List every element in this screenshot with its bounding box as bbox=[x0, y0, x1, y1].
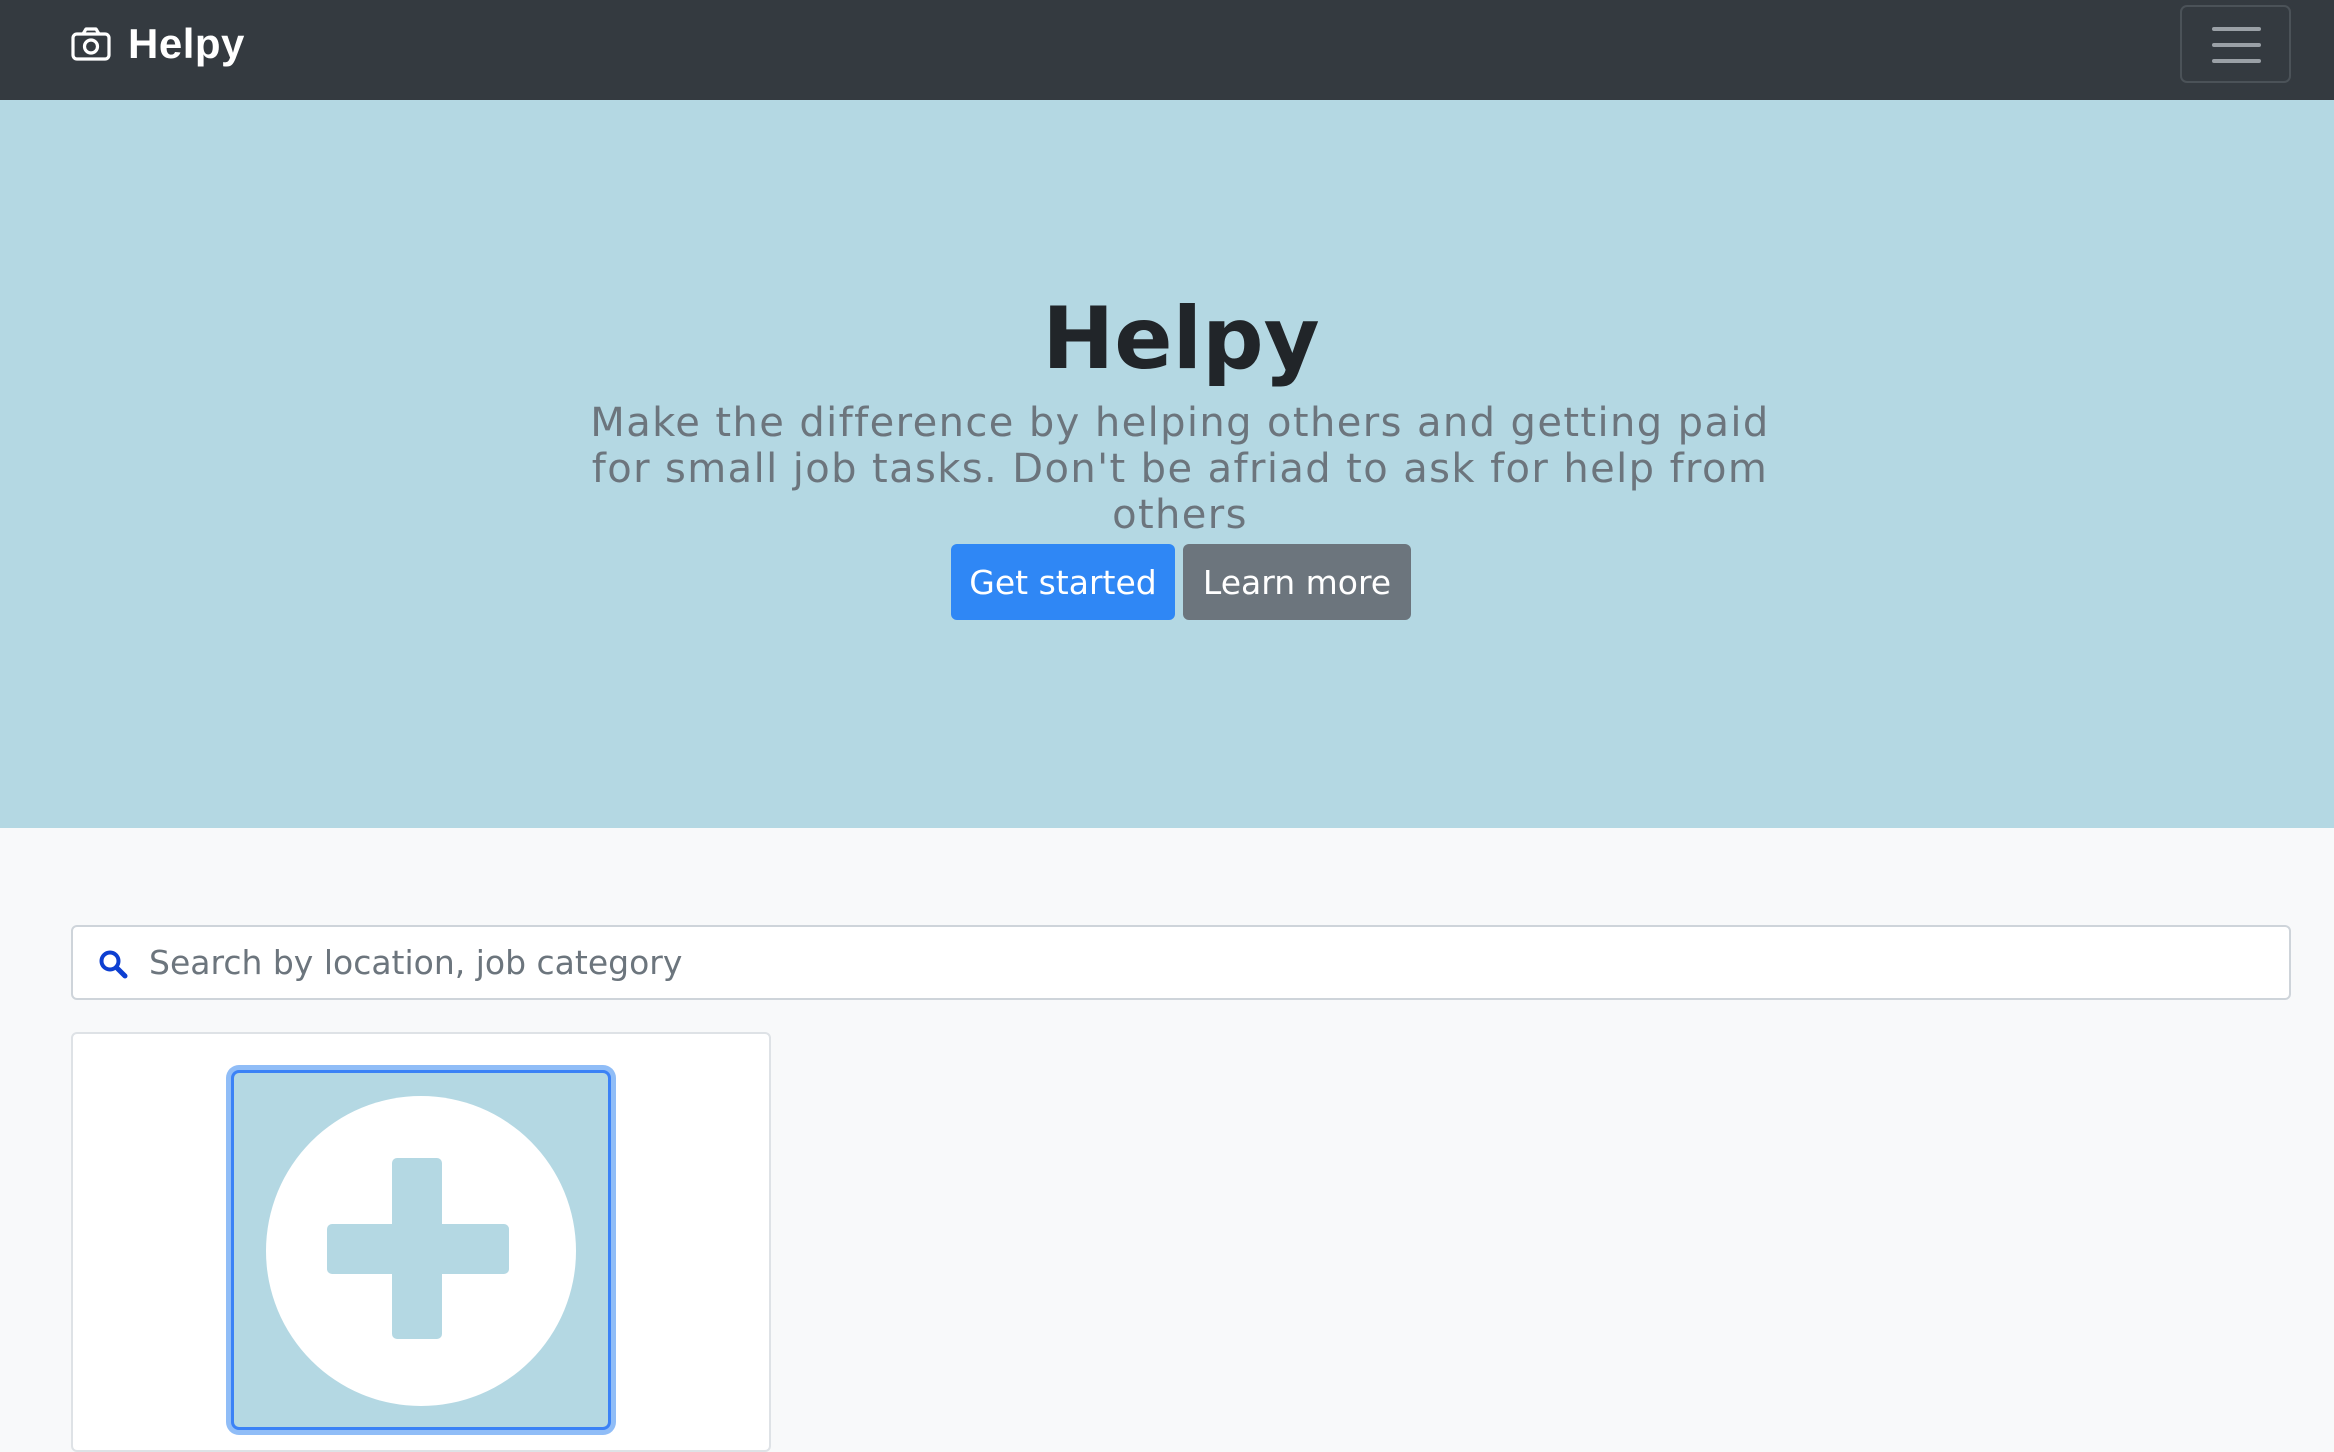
job-card bbox=[71, 1032, 771, 1452]
get-started-button[interactable]: Get started bbox=[951, 544, 1175, 620]
navbar: Helpy bbox=[0, 0, 2334, 100]
brand-name: Helpy bbox=[128, 20, 245, 67]
camera-icon bbox=[71, 27, 111, 61]
hero-lead: Make the difference by helping others an… bbox=[590, 400, 1770, 538]
add-circle-icon bbox=[266, 1096, 576, 1406]
search-input[interactable] bbox=[149, 927, 2269, 998]
search-bar bbox=[71, 925, 2291, 1000]
hero-title: Helpy bbox=[1042, 289, 1320, 389]
menu-toggle-button[interactable] bbox=[2180, 5, 2291, 83]
brand-link[interactable]: Helpy bbox=[70, 0, 245, 88]
hero-banner: Helpy Make the difference by helping oth… bbox=[0, 100, 2334, 828]
add-job-button[interactable] bbox=[231, 1070, 611, 1430]
learn-more-button[interactable]: Learn more bbox=[1183, 544, 1411, 620]
search-icon bbox=[99, 950, 128, 979]
